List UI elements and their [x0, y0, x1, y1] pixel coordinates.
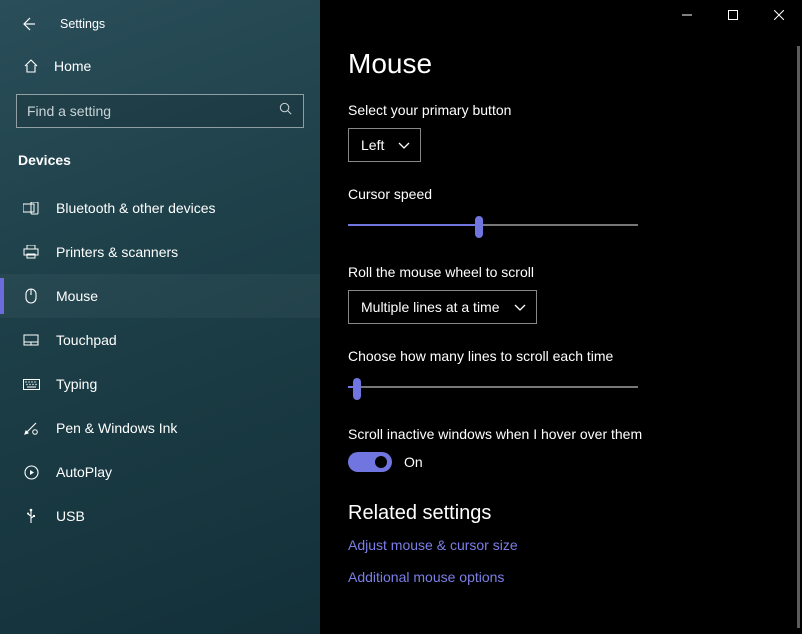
slider-thumb[interactable] — [353, 378, 361, 400]
chevron-down-icon — [514, 299, 526, 315]
wheel-label: Roll the mouse wheel to scroll — [348, 264, 802, 280]
home-button[interactable]: Home — [0, 40, 320, 92]
chevron-down-icon — [398, 137, 410, 153]
sidebar-item-label: Pen & Windows Ink — [56, 420, 177, 436]
sidebar: Settings Home Devices Bluetooth & other … — [0, 0, 320, 634]
lines-slider[interactable] — [348, 374, 638, 402]
maximize-button[interactable] — [710, 0, 756, 30]
sidebar-item-touchpad[interactable]: Touchpad — [0, 318, 320, 362]
home-label: Home — [54, 58, 91, 74]
app-title: Settings — [60, 17, 105, 31]
sidebar-nav: Bluetooth & other devices Printers & sca… — [0, 186, 320, 538]
section-label: Devices — [0, 128, 320, 178]
touchpad-icon — [22, 334, 40, 346]
search-input-wrap[interactable] — [16, 94, 304, 128]
mouse-icon — [22, 288, 40, 304]
inactive-label: Scroll inactive windows when I hover ove… — [348, 426, 802, 442]
sidebar-item-bluetooth[interactable]: Bluetooth & other devices — [0, 186, 320, 230]
printer-icon — [22, 245, 40, 259]
sidebar-item-mouse[interactable]: Mouse — [0, 274, 320, 318]
close-button[interactable] — [756, 0, 802, 30]
pen-icon — [22, 420, 40, 436]
toggle-knob — [375, 456, 387, 468]
sidebar-item-label: Mouse — [56, 288, 98, 304]
sidebar-item-autoplay[interactable]: AutoPlay — [0, 450, 320, 494]
wheel-dropdown[interactable]: Multiple lines at a time — [348, 290, 537, 324]
sidebar-item-label: Printers & scanners — [56, 244, 178, 260]
search-input[interactable] — [27, 103, 278, 119]
content: Mouse Select your primary button Left Cu… — [320, 0, 802, 634]
autoplay-icon — [22, 465, 40, 480]
link-additional-options[interactable]: Additional mouse options — [348, 569, 802, 585]
titlebar: Settings — [0, 8, 320, 40]
back-button[interactable] — [14, 10, 42, 38]
sidebar-item-label: Typing — [56, 376, 97, 392]
slider-fill — [348, 224, 479, 226]
sidebar-item-label: Bluetooth & other devices — [56, 200, 216, 216]
sidebar-item-label: Touchpad — [56, 332, 117, 348]
slider-thumb[interactable] — [475, 216, 483, 238]
sidebar-item-label: USB — [56, 508, 85, 524]
sidebar-item-typing[interactable]: Typing — [0, 362, 320, 406]
home-icon — [22, 58, 40, 74]
primary-button-dropdown[interactable]: Left — [348, 128, 421, 162]
primary-button-label: Select your primary button — [348, 102, 802, 118]
sidebar-item-label: AutoPlay — [56, 464, 112, 480]
scrollbar[interactable] — [797, 46, 800, 628]
sidebar-item-usb[interactable]: USB — [0, 494, 320, 538]
usb-icon — [22, 508, 40, 524]
main-panel: Mouse Select your primary button Left Cu… — [320, 0, 802, 634]
related-title: Related settings — [348, 502, 802, 525]
dropdown-value: Multiple lines at a time — [361, 299, 500, 315]
sidebar-item-pen[interactable]: Pen & Windows Ink — [0, 406, 320, 450]
link-cursor-size[interactable]: Adjust mouse & cursor size — [348, 537, 802, 553]
lines-label: Choose how many lines to scroll each tim… — [348, 348, 802, 364]
cursor-speed-slider[interactable] — [348, 212, 638, 240]
minimize-button[interactable] — [664, 0, 710, 30]
cursor-speed-label: Cursor speed — [348, 186, 802, 202]
inactive-toggle[interactable] — [348, 452, 392, 472]
toggle-state: On — [404, 454, 423, 470]
keyboard-icon — [22, 379, 40, 390]
slider-track — [348, 386, 638, 388]
devices-icon — [22, 202, 40, 215]
page-title: Mouse — [348, 48, 802, 80]
dropdown-value: Left — [361, 137, 384, 153]
window-controls — [664, 0, 802, 30]
search-icon — [278, 101, 293, 121]
sidebar-item-printers[interactable]: Printers & scanners — [0, 230, 320, 274]
